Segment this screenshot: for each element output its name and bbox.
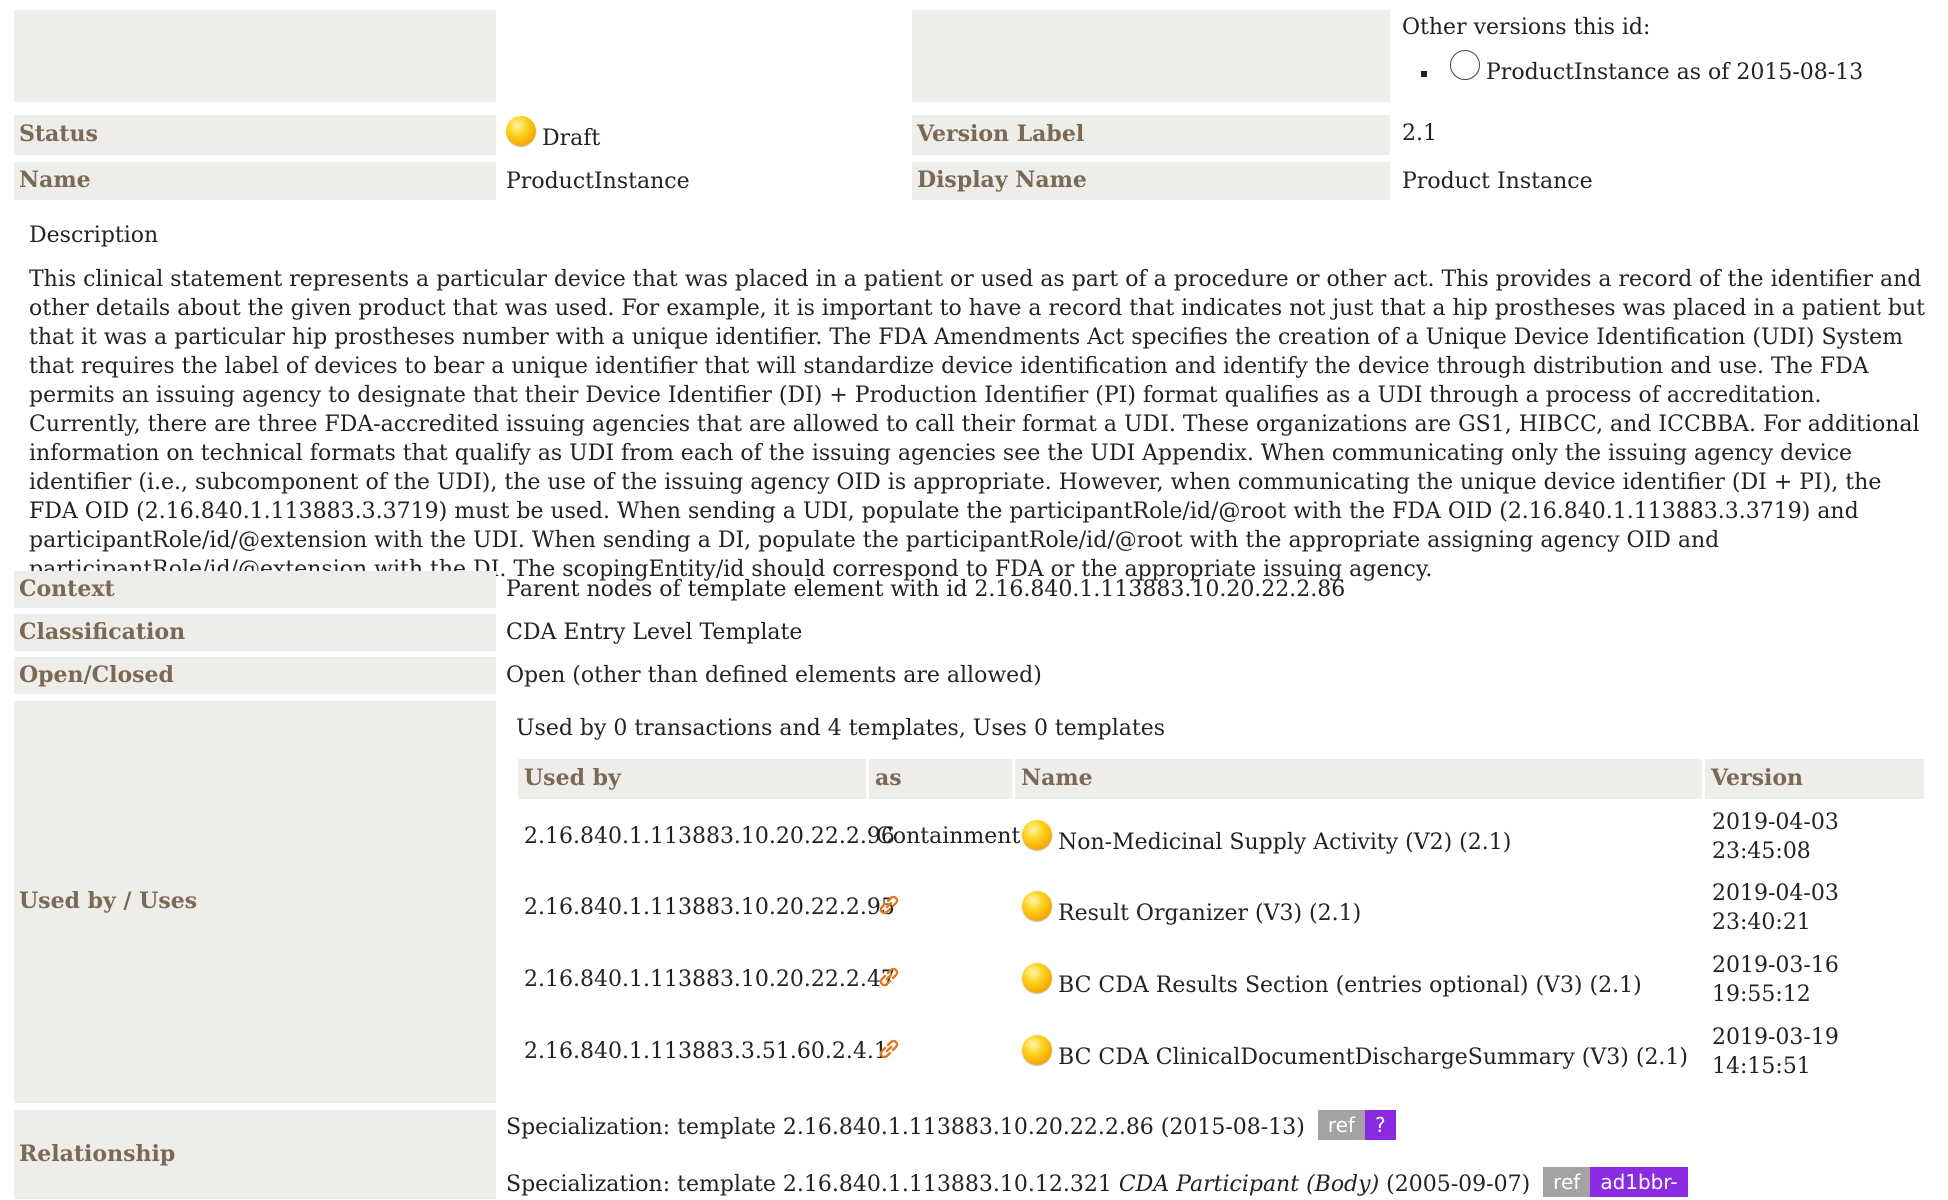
link-icon[interactable] bbox=[876, 892, 902, 918]
ref-badge[interactable]: ref bbox=[1543, 1167, 1591, 1197]
name-label: Name bbox=[14, 162, 496, 200]
relationship-label: Relationship bbox=[14, 1110, 496, 1199]
context-value: Parent nodes of template element with id… bbox=[506, 577, 1346, 602]
link-icon-cell[interactable] bbox=[876, 1039, 902, 1076]
header-blank-right bbox=[912, 10, 1390, 102]
other-versions-label: Other versions this id: bbox=[1402, 15, 1651, 40]
column-header-as: as bbox=[869, 759, 1012, 799]
id-badge[interactable]: ? bbox=[1364, 1110, 1396, 1140]
table-row-id[interactable]: 2.16.840.1.113883.3.51.60.2.4.1 bbox=[524, 1038, 888, 1066]
column-header-used-by: Used by bbox=[518, 759, 866, 799]
draft-status-icon bbox=[1022, 1035, 1052, 1065]
name-value: ProductInstance bbox=[506, 169, 690, 194]
table-row-id[interactable]: 2.16.840.1.113883.10.20.22.2.95 bbox=[524, 894, 895, 922]
relationship-item: Specialization: template 2.16.840.1.1138… bbox=[506, 1110, 1396, 1143]
description-text: This clinical statement represents a par… bbox=[29, 267, 1925, 582]
draft-status-icon bbox=[506, 116, 536, 146]
table-row-name[interactable]: Result Organizer (V3) (2.1) bbox=[1022, 891, 1361, 929]
table-row-id[interactable]: 2.16.840.1.113883.10.20.22.2.47 bbox=[524, 966, 895, 994]
version-label-label: Version Label bbox=[912, 115, 1390, 155]
table-row-name[interactable]: BC CDA Results Section (entries optional… bbox=[1022, 963, 1642, 1001]
bullet-icon bbox=[1421, 71, 1427, 77]
status-label: Status bbox=[14, 115, 496, 155]
version-label-value: 2.1 bbox=[1402, 121, 1437, 146]
ref-badge[interactable]: ref bbox=[1317, 1110, 1365, 1140]
table-row-version: 2019-04-03 23:40:21 bbox=[1712, 881, 1839, 935]
relationship-item: Specialization: template 2.16.840.1.1138… bbox=[506, 1167, 1688, 1200]
column-header-version: Version bbox=[1705, 759, 1924, 799]
table-row-version: 2019-03-19 14:15:51 bbox=[1712, 1025, 1839, 1079]
description-heading: Description bbox=[29, 223, 159, 248]
open-closed-label: Open/Closed bbox=[14, 657, 496, 694]
context-label: Context bbox=[14, 571, 496, 608]
draft-status-icon bbox=[1022, 963, 1052, 993]
column-header-name: Name bbox=[1015, 759, 1702, 799]
link-icon[interactable] bbox=[876, 1036, 902, 1062]
used-by-summary: Used by 0 transactions and 4 templates, … bbox=[516, 716, 1166, 741]
table-row-version: 2019-04-03 23:45:08 bbox=[1712, 810, 1839, 864]
table-row-version: 2019-03-16 19:55:12 bbox=[1712, 953, 1839, 1007]
status-value: Draft bbox=[506, 116, 600, 154]
status-empty-icon bbox=[1450, 50, 1480, 80]
display-name-value: Product Instance bbox=[1402, 169, 1593, 194]
open-closed-value: Open (other than defined elements are al… bbox=[506, 663, 1042, 688]
display-name-label: Display Name bbox=[912, 162, 1390, 200]
draft-status-icon bbox=[1022, 891, 1052, 921]
link-icon-cell[interactable] bbox=[876, 967, 902, 1004]
header-blank-left bbox=[14, 10, 496, 102]
table-row-name[interactable]: Non-Medicinal Supply Activity (V2) (2.1) bbox=[1022, 820, 1511, 858]
used-by-label: Used by / Uses bbox=[14, 701, 496, 1103]
table-row-as: Containment bbox=[876, 824, 1021, 849]
link-icon[interactable] bbox=[876, 964, 902, 990]
id-badge[interactable]: ad1bbr- bbox=[1590, 1167, 1688, 1197]
classification-label: Classification bbox=[14, 614, 496, 651]
classification-value: CDA Entry Level Template bbox=[506, 620, 803, 645]
draft-status-icon bbox=[1022, 820, 1052, 850]
table-row-id[interactable]: 2.16.840.1.113883.10.20.22.2.96 bbox=[524, 823, 895, 851]
table-row-name[interactable]: BC CDA ClinicalDocumentDischargeSummary … bbox=[1022, 1035, 1688, 1073]
other-version-link[interactable]: ProductInstance as of 2015-08-13 bbox=[1450, 50, 1863, 88]
link-icon-cell[interactable] bbox=[876, 895, 902, 932]
